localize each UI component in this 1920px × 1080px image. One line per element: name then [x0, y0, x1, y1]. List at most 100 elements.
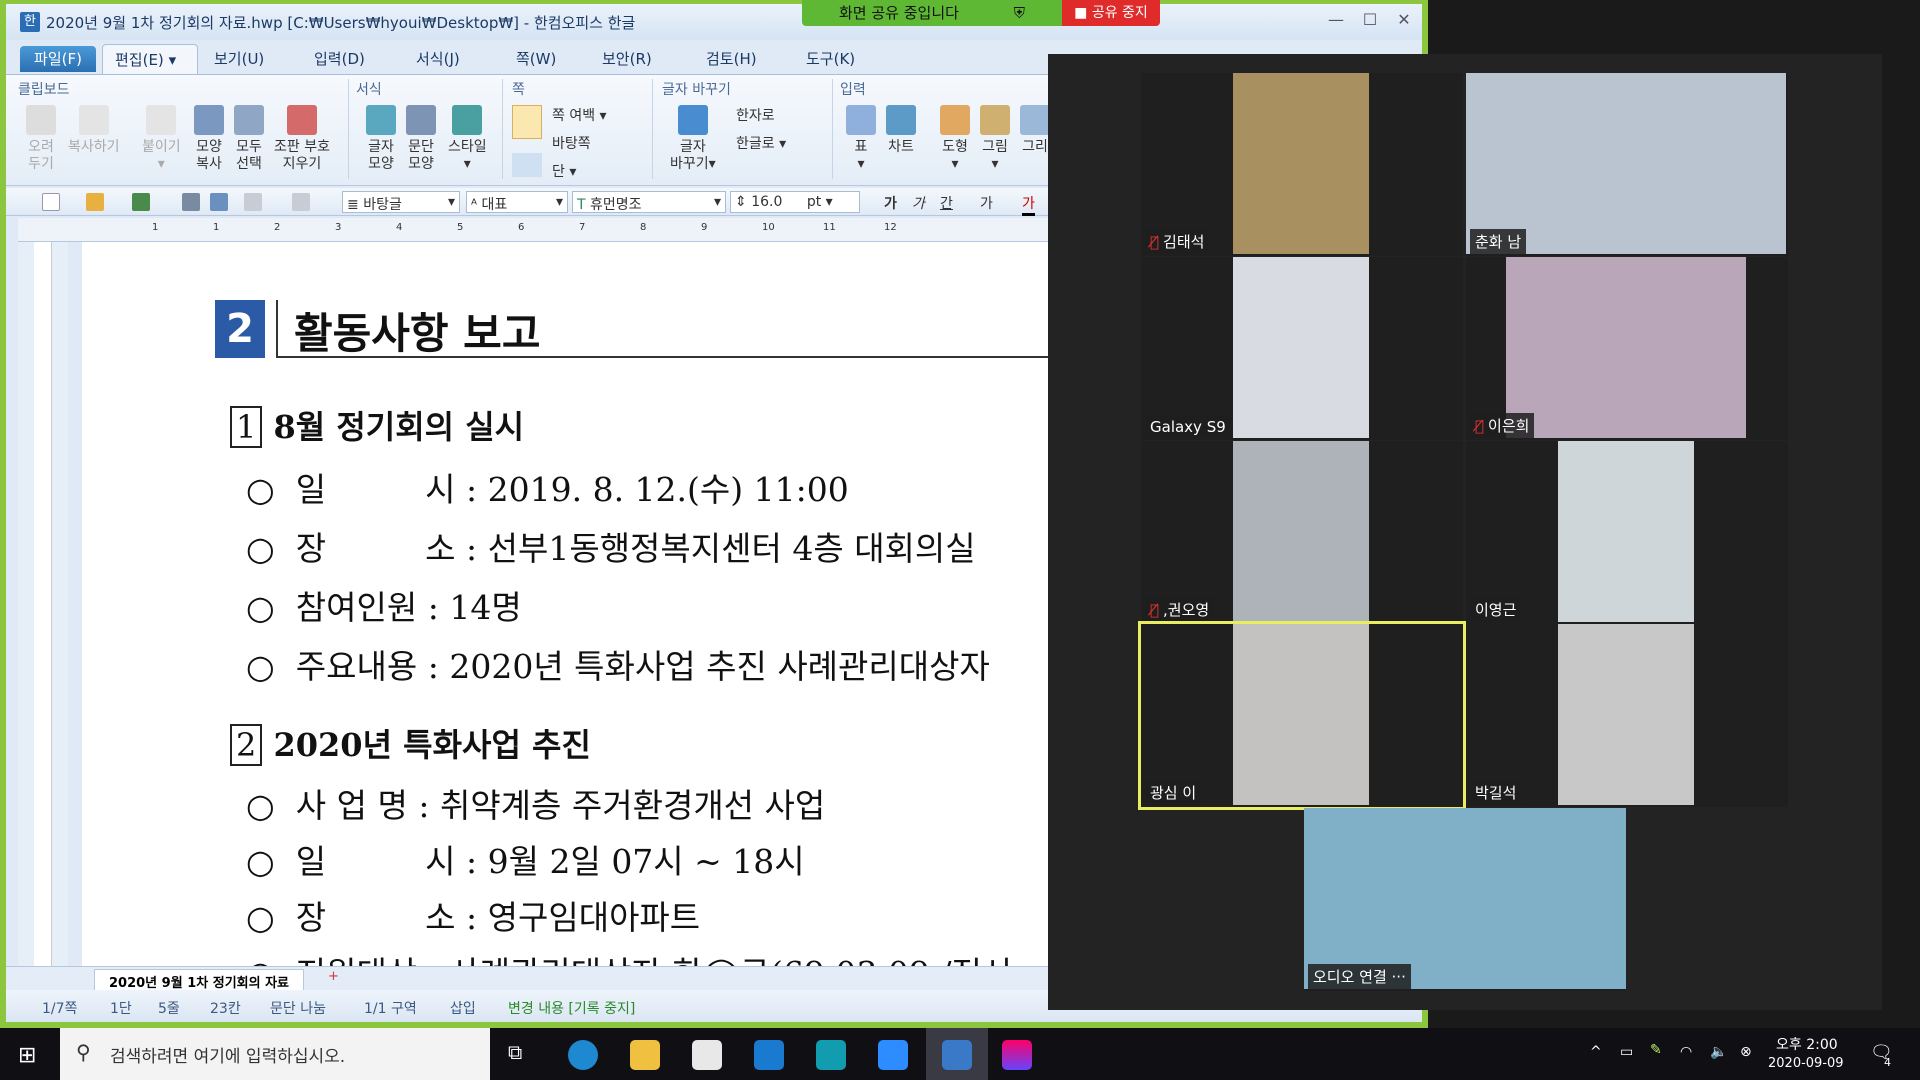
font-select[interactable]: T 휴먼명조 ▾ [572, 191, 726, 213]
stop-share-button[interactable]: ■ 공유 중지 [1062, 0, 1160, 26]
minimize-button[interactable]: — [1322, 10, 1350, 34]
participant-name-label: 🎙̸,권오영 [1145, 597, 1214, 622]
participant-tile[interactable]: 광심 이 [1141, 624, 1463, 807]
columns-button[interactable]: 단 ▾ [552, 161, 576, 181]
menu-security[interactable]: 보안(R) [602, 48, 652, 69]
picture-button[interactable]: 그림▾ [980, 105, 1010, 173]
participant-tile[interactable]: 이영근 [1466, 441, 1788, 624]
new-doc-icon[interactable] [42, 193, 60, 211]
participant-tile[interactable]: 🎙̸,권오영 [1141, 441, 1463, 624]
participant-video [1233, 624, 1369, 805]
participant-tile[interactable]: 🎙̸김태석 [1141, 73, 1463, 256]
participant-tile[interactable]: 오디오 연결 ··· [1304, 808, 1626, 991]
file-explorer-icon[interactable] [630, 1040, 660, 1070]
para-shape-button[interactable]: 문단모양 [406, 105, 436, 173]
table-button[interactable]: 표▾ [846, 105, 876, 173]
bullet-circle-icon: ○ [246, 786, 275, 825]
hangul-button[interactable]: 한글로 ▾ [736, 133, 786, 153]
menu-format[interactable]: 서식(J) [416, 48, 460, 69]
paste-button[interactable]: 붙이기▾ [142, 105, 181, 173]
open-folder-icon[interactable] [86, 193, 104, 211]
select-all-button[interactable]: 모두선택 [234, 105, 264, 173]
save-icon[interactable] [132, 193, 150, 211]
participant-name-label: 🎙̸김태석 [1145, 229, 1209, 254]
preview-icon[interactable] [210, 193, 228, 211]
replace-char-button[interactable]: 글자바꾸기▾ [670, 105, 716, 173]
music-app-icon[interactable] [816, 1040, 846, 1070]
participant-tile[interactable]: Galaxy S9 [1141, 257, 1463, 440]
network-error-icon[interactable]: ⊗ [1740, 1044, 1752, 1060]
edge-icon[interactable] [568, 1040, 598, 1070]
participant-tile[interactable]: 춘화 남 [1466, 73, 1788, 256]
clear-marks-button[interactable]: 조판 부호지우기 [274, 105, 330, 173]
strike-button[interactable]: 가 [980, 193, 993, 213]
wifi-icon[interactable]: ◠ [1680, 1044, 1692, 1060]
item-label: 장 소 [296, 529, 456, 568]
list-item: ○ 사 업 명 : 취약계층 주거환경개선 사업 [246, 779, 825, 827]
page-icon[interactable] [512, 153, 542, 177]
page-setup-icon[interactable] [512, 105, 542, 139]
menu-review[interactable]: 검토(H) [706, 48, 757, 69]
store-icon[interactable] [692, 1040, 722, 1070]
vertical-ruler[interactable] [34, 242, 52, 970]
group-format: 서식 [356, 79, 382, 99]
menu-view[interactable]: 보기(U) [214, 48, 264, 69]
menu-tools[interactable]: 도구(K) [806, 48, 855, 69]
font-size-input[interactable]: ⇕ 16.0 pt ▾ [730, 191, 860, 213]
participant-name-label: 광심 이 [1145, 780, 1201, 805]
hwp-taskbar-active[interactable] [926, 1028, 988, 1080]
paint-app-icon[interactable] [1002, 1040, 1032, 1070]
style-select[interactable]: ≣ 바탕글 ▾ [342, 191, 460, 213]
style-button[interactable]: 스타일▾ [448, 105, 487, 173]
bullet-circle-icon: ○ [246, 842, 275, 881]
clock-time[interactable]: 오후 2:00 [1776, 1034, 1838, 1054]
add-tab-icon[interactable]: + [328, 969, 339, 984]
pen-icon[interactable]: ✎ [1650, 1042, 1662, 1058]
volume-icon[interactable]: 🔈 [1710, 1044, 1727, 1060]
list-item: ○ 일 시 : 9월 2일 07시 ~ 18시 [246, 835, 805, 883]
clock-date[interactable]: 2020-09-09 [1768, 1056, 1844, 1071]
page-margin-button[interactable]: 쪽 여백 ▾ [552, 105, 607, 125]
copy-button[interactable]: 복사하기 [68, 105, 120, 156]
language-select[interactable]: ᴬ 대표 ▾ [466, 191, 568, 213]
undo-icon[interactable] [244, 193, 262, 211]
status-track-changes[interactable]: 변경 내용 [기록 중지] [508, 998, 635, 1018]
italic-button[interactable]: 가 [912, 193, 925, 213]
menu-file[interactable]: 파일(F) [20, 46, 96, 72]
bold-button[interactable]: 가 [884, 193, 897, 213]
taskbar-search[interactable]: ⚲검색하려면 여기에 입력하십시오. [60, 1028, 490, 1080]
clear-icon [287, 105, 317, 135]
char-shape-button[interactable]: 글자모양 [366, 105, 396, 173]
participant-tile[interactable]: 박길석 [1466, 624, 1788, 807]
search-icon: ⚲ [76, 1040, 91, 1064]
mail-icon[interactable] [754, 1040, 784, 1070]
participant-tile[interactable]: 🎙̸이은희 [1466, 257, 1788, 440]
hanja-button[interactable]: 한자로 [736, 105, 775, 125]
font-color-button[interactable]: 가 [1022, 193, 1035, 216]
section-heading-title: 8월 정기회의 실시 [274, 408, 525, 446]
redo-icon[interactable] [292, 193, 310, 211]
draw-button[interactable]: 그리 [1020, 105, 1050, 156]
item-value: 14명 [449, 588, 521, 627]
status-insert[interactable]: 삽입 [450, 998, 476, 1018]
shape-button[interactable]: 도형▾ [940, 105, 970, 173]
close-button[interactable]: ✕ [1390, 10, 1418, 34]
menu-insert[interactable]: 입력(D) [314, 48, 365, 69]
underline-button[interactable]: 간 [940, 193, 953, 213]
master-page-button[interactable]: 바탕쪽 [552, 133, 591, 153]
ruler-tick: 5 [457, 222, 463, 233]
print-icon[interactable] [182, 193, 200, 211]
maximize-button[interactable]: ☐ [1356, 10, 1384, 34]
zoom-app-icon[interactable] [878, 1040, 908, 1070]
windows-start-icon[interactable]: ⊞ [18, 1043, 36, 1068]
format-copy-button[interactable]: 모양복사 [194, 105, 224, 173]
cut-button[interactable]: 오려두기 [26, 105, 56, 173]
tray-chevron-icon[interactable]: ^ [1590, 1044, 1602, 1060]
participant-video [1233, 441, 1369, 622]
group-page: 쪽 [512, 79, 525, 99]
battery-icon[interactable]: ▭ [1620, 1044, 1633, 1060]
menu-page[interactable]: 쪽(W) [516, 48, 556, 69]
task-view-icon[interactable]: ⧉ [508, 1040, 522, 1064]
menu-edit[interactable]: 편집(E) ▾ [102, 44, 198, 74]
chart-button[interactable]: 차트 [886, 105, 916, 156]
